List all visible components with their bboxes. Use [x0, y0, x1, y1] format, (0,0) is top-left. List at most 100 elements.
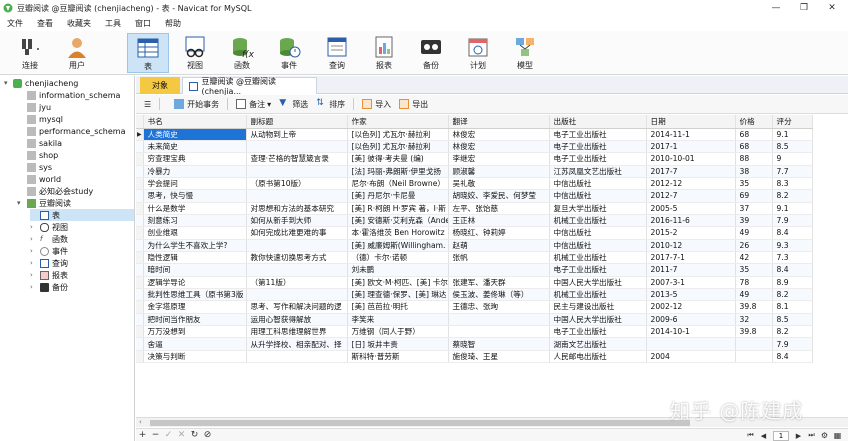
table-cell[interactable]: [735, 350, 773, 364]
table-cell[interactable]: [646, 337, 736, 351]
toolbar-event-button[interactable]: 事件: [272, 33, 306, 73]
table-cell[interactable]: 隐性逻辑: [143, 251, 247, 265]
table-cell[interactable]: 对思想和方法的基本研究: [246, 202, 348, 215]
table-cell[interactable]: 未来简史: [143, 140, 247, 154]
table-cell[interactable]: 教你快速切换思考方式: [246, 251, 348, 265]
tree-db-information-schema[interactable]: information_schema: [27, 89, 120, 101]
column-header[interactable]: 书名: [143, 115, 247, 129]
toolbar-table-button[interactable]: 表: [127, 33, 169, 73]
tree-object-events[interactable]: 事件: [40, 245, 68, 257]
table-cell[interactable]: [448, 263, 550, 277]
table-cell[interactable]: [美] 欧文·M·柯匹、[美] 卡尔: [347, 276, 449, 289]
table-cell[interactable]: 什么是数学: [143, 202, 247, 215]
table-cell[interactable]: 42: [735, 251, 773, 265]
table-row[interactable]: 创业维艰 如何完成比难更难的事 本·霍洛维茨 Ben Horowitz 杨晓红、钟莉婷…: [136, 226, 813, 240]
table-cell[interactable]: 8.2: [772, 189, 813, 203]
table-cell[interactable]: 湖南文艺出版社: [549, 337, 647, 351]
tree-db-shop[interactable]: shop: [27, 149, 58, 161]
table-cell[interactable]: 2010-10-01: [646, 152, 736, 166]
table-cell[interactable]: 2009-6: [646, 313, 736, 327]
table-cell[interactable]: 69: [735, 189, 773, 203]
row-header[interactable]: [136, 177, 144, 191]
table-cell[interactable]: 张建军、潘天群: [448, 276, 550, 289]
table-cell[interactable]: 如何从新手到大师: [246, 214, 348, 228]
table-cell[interactable]: 2002-12: [646, 300, 736, 314]
tree-connection[interactable]: chenjiacheng: [13, 77, 78, 89]
table-row[interactable]: 暗时间 刘未鹏 电子工业出版社 2011-7 35 8.4: [136, 263, 813, 277]
table-cell[interactable]: 电子工业出版社: [549, 325, 647, 339]
grid-view-button[interactable]: ▦: [831, 431, 844, 440]
table-cell[interactable]: 中信出版社: [549, 239, 647, 252]
row-header[interactable]: [136, 189, 144, 203]
menu-view[interactable]: 查看: [30, 18, 60, 29]
table-row[interactable]: 决策与判断 斯科特·普劳斯 施俊琦、王星 人民邮电出版社 2004 8.4: [136, 350, 813, 364]
table-cell[interactable]: 如何完成比难更难的事: [246, 226, 348, 240]
table-cell[interactable]: [735, 337, 773, 351]
add-record-button[interactable]: +: [136, 430, 149, 440]
stop-button[interactable]: ⊘: [201, 430, 214, 440]
table-cell[interactable]: 26: [735, 239, 773, 252]
table-cell[interactable]: [美] 安德斯·艾利克森（Ande: [347, 214, 449, 228]
table-row[interactable]: 什么是数学 对思想和方法的基本研究 [美] R·柯朗 H·罗宾 著，I·斯 左平、张饴…: [136, 202, 813, 215]
row-header[interactable]: [136, 165, 144, 178]
table-cell[interactable]: 胡晓姣、李爱民、何梦莹: [448, 189, 550, 203]
table-cell[interactable]: 35: [735, 263, 773, 277]
table-cell[interactable]: 顾淑馨: [448, 165, 550, 178]
table-cell[interactable]: 机械工业出版社: [549, 251, 647, 265]
table-cell[interactable]: 8.1: [772, 300, 813, 314]
scroll-left-icon[interactable]: ‹: [139, 418, 142, 426]
table-cell[interactable]: 8.4: [772, 263, 813, 277]
table-cell[interactable]: 刻意练习: [143, 214, 247, 228]
table-cell[interactable]: 尼尔·布朗（Neil Browne）: [347, 177, 449, 191]
collapse-arrow-icon[interactable]: ▾: [17, 199, 21, 207]
table-row[interactable]: 批判性思维工具（原书第3版 [美] 理查德·保罗、[美] 琳达 侯玉波、姜佟琳（等）…: [136, 288, 813, 302]
column-header[interactable]: 作家: [347, 115, 449, 129]
restore-button[interactable]: ❐: [790, 0, 818, 16]
menu-file[interactable]: 文件: [0, 18, 30, 29]
table-cell[interactable]: 查理·芒格的智慧箴言录: [246, 152, 348, 166]
table-cell[interactable]: 9.1: [772, 202, 813, 215]
table-cell[interactable]: 8.4: [772, 226, 813, 240]
table-cell[interactable]: [日] 坂井丰贵: [347, 337, 449, 351]
column-header[interactable]: 价格: [735, 115, 773, 129]
table-row[interactable]: 为什么学生不喜欢上学? [美] 威廉姆斯(Willingham. 赵萌 中信出版社 20…: [136, 239, 813, 252]
toolbar-backup-button[interactable]: 备份: [414, 33, 448, 73]
table-cell[interactable]: [448, 313, 550, 327]
table-cell[interactable]: 9.3: [772, 239, 813, 252]
tree-object-tables[interactable]: 表: [30, 209, 134, 221]
expand-arrow-icon[interactable]: ›: [30, 247, 33, 255]
sort-button[interactable]: ⇅ 排序: [316, 99, 345, 110]
table-cell[interactable]: 8.3: [772, 177, 813, 191]
toolbar-connection-button[interactable]: 连接: [10, 33, 50, 73]
tab-objects[interactable]: 对象: [140, 77, 180, 94]
table-cell[interactable]: 王德忠、张珣: [448, 300, 550, 314]
table-cell[interactable]: [246, 263, 348, 277]
table-cell[interactable]: 7.3: [772, 251, 813, 265]
table-row[interactable]: 舍逼 从升学择校、相亲配对、择 [日] 坂井丰贵 蔡晓智 湖南文艺出版社 7.9: [136, 337, 813, 351]
table-cell[interactable]: 决策与判断: [143, 350, 247, 364]
table-cell[interactable]: 斯科特·普劳斯: [347, 350, 449, 364]
table-cell[interactable]: 中国人民大学出版社: [549, 276, 647, 289]
table-cell[interactable]: [246, 239, 348, 252]
table-cell[interactable]: 8.9: [772, 276, 813, 289]
table-cell[interactable]: 78: [735, 276, 773, 289]
row-header[interactable]: [136, 313, 144, 327]
row-header[interactable]: [136, 202, 144, 215]
tab-table-data[interactable]: 豆瓣阅读 @豆瓣阅读 (chenjia...: [182, 77, 317, 96]
table-row[interactable]: 思考，快与慢 [美] 丹尼尔·卡尼曼 胡晓姣、李爱民、何梦莹 中信出版社 2012-7 6…: [136, 189, 813, 203]
table-cell[interactable]: 7.9: [772, 337, 813, 351]
tree-object-views[interactable]: 视图: [40, 221, 68, 233]
row-header[interactable]: [136, 300, 144, 314]
table-cell[interactable]: 思考、写作和解决问题的逻: [246, 300, 348, 314]
table-cell[interactable]: 2007-3-1: [646, 276, 736, 289]
table-cell[interactable]: [246, 140, 348, 154]
table-cell[interactable]: 暗时间: [143, 263, 247, 277]
row-header[interactable]: ▶: [136, 128, 144, 141]
next-page-button[interactable]: ▶: [792, 432, 805, 440]
table-cell[interactable]: 8.2: [772, 288, 813, 302]
table-cell[interactable]: [246, 350, 348, 364]
table-cell[interactable]: 王正林: [448, 214, 550, 228]
collapse-arrow-icon[interactable]: ▾: [4, 79, 8, 87]
table-cell[interactable]: 2004: [646, 350, 736, 364]
table-cell[interactable]: 李笑来: [347, 313, 449, 327]
